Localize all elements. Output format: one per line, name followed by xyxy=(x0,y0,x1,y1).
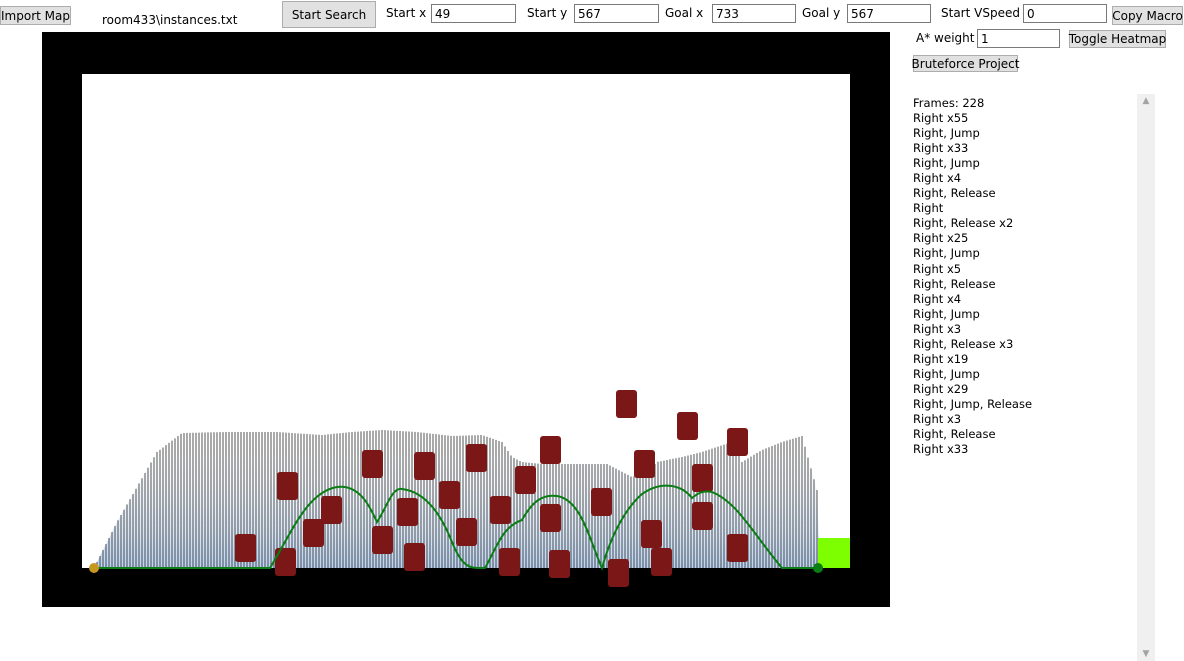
import-map-button[interactable]: Import Map xyxy=(0,6,71,25)
obstacle-block xyxy=(727,534,748,562)
obstacle-block xyxy=(515,466,536,494)
chevron-up-icon[interactable]: ▲ xyxy=(1137,94,1155,108)
bruteforce-project-button[interactable]: Bruteforce Project xyxy=(912,55,1019,72)
macro-line: Right x3 xyxy=(913,411,962,426)
start-vspeed-input[interactable] xyxy=(1023,4,1107,23)
start-x-label: Start x xyxy=(386,6,427,20)
macro-scrollbar[interactable]: ▲ ▼ xyxy=(1137,94,1155,661)
macro-line: Right, Jump xyxy=(913,156,980,171)
obstacle-block xyxy=(692,464,713,492)
obstacle-block xyxy=(608,559,629,587)
goal-x-input[interactable] xyxy=(712,4,796,23)
start-marker xyxy=(89,563,99,573)
macro-line: Right, Release x2 xyxy=(913,216,1014,231)
macro-line: Right, Release x3 xyxy=(913,336,1014,351)
macro-line: Right x3 xyxy=(913,321,962,336)
macro-line: Right x19 xyxy=(913,351,969,366)
map-viewport[interactable] xyxy=(42,32,890,607)
macro-line: Right, Jump xyxy=(913,246,980,261)
obstacle-block xyxy=(490,496,511,524)
macro-line: Right, Release xyxy=(913,427,996,442)
macro-line: Right xyxy=(913,201,944,216)
start-y-input[interactable] xyxy=(574,4,659,23)
macro-line: Frames: 228 xyxy=(913,96,985,110)
obstacle-block xyxy=(591,488,612,516)
obstacle-block xyxy=(540,504,561,532)
toggle-heatmap-button[interactable]: Toggle Heatmap xyxy=(1069,30,1166,48)
obstacle-block xyxy=(692,502,713,530)
obstacle-block xyxy=(362,450,383,478)
chevron-down-icon[interactable]: ▼ xyxy=(1137,647,1155,661)
copy-macro-button[interactable]: Copy Macro xyxy=(1112,6,1183,25)
astar-weight-input[interactable] xyxy=(977,29,1060,48)
goal-zone xyxy=(818,538,850,568)
obstacle-block xyxy=(677,412,698,440)
macro-line: Right x4 xyxy=(913,171,962,186)
obstacle-block xyxy=(277,472,298,500)
obstacle-block xyxy=(404,543,425,571)
obstacle-block xyxy=(616,390,637,418)
macro-line: Right, Jump xyxy=(913,306,980,321)
macro-line: Right, Jump xyxy=(913,366,980,381)
obstacle-block xyxy=(499,548,520,576)
obstacle-block xyxy=(727,428,748,456)
obstacle-block xyxy=(651,548,672,576)
macro-line: Right x25 xyxy=(913,231,969,246)
macro-line: Right, Jump xyxy=(913,126,980,141)
obstacle-block xyxy=(397,498,418,526)
obstacle-block xyxy=(414,452,435,480)
start-vspeed-label: Start VSpeed xyxy=(941,6,1020,20)
map-canvas xyxy=(82,74,850,587)
obstacle-block xyxy=(235,534,256,562)
obstacle-block xyxy=(466,444,487,472)
macro-line: Right x33 xyxy=(913,442,969,457)
obstacle-block xyxy=(641,520,662,548)
obstacle-block xyxy=(549,550,570,578)
start-x-input[interactable] xyxy=(431,4,516,23)
astar-weight-label: A* weight xyxy=(916,31,975,45)
macro-output-list: Frames: 228 Right x55 Right, Jump Right x33… xyxy=(913,96,1032,457)
obstacle-block xyxy=(321,496,342,524)
goal-marker xyxy=(813,563,823,573)
macro-line: Right x5 xyxy=(913,261,962,276)
obstacle-block xyxy=(456,518,477,546)
macro-line: Right x55 xyxy=(913,111,969,126)
obstacle-block xyxy=(634,450,655,478)
start-search-button[interactable]: Start Search xyxy=(282,1,376,28)
obstacle-block xyxy=(439,481,460,509)
goal-y-label: Goal y xyxy=(802,6,841,20)
macro-line: Right x29 xyxy=(913,381,969,396)
obstacle-block xyxy=(540,436,561,464)
goal-y-input[interactable] xyxy=(847,4,931,23)
file-path-label: room433\instances.txt xyxy=(102,13,238,27)
macro-line: Right x4 xyxy=(913,291,962,306)
start-y-label: Start y xyxy=(527,6,568,20)
obstacle-block xyxy=(303,519,324,547)
macro-line: Right, Release xyxy=(913,276,996,291)
macro-line: Right x33 xyxy=(913,141,969,156)
obstacle-block xyxy=(372,526,393,554)
macro-line: Right, Release xyxy=(913,186,996,201)
goal-x-label: Goal x xyxy=(665,6,704,20)
macro-line: Right, Jump, Release xyxy=(913,396,1033,411)
